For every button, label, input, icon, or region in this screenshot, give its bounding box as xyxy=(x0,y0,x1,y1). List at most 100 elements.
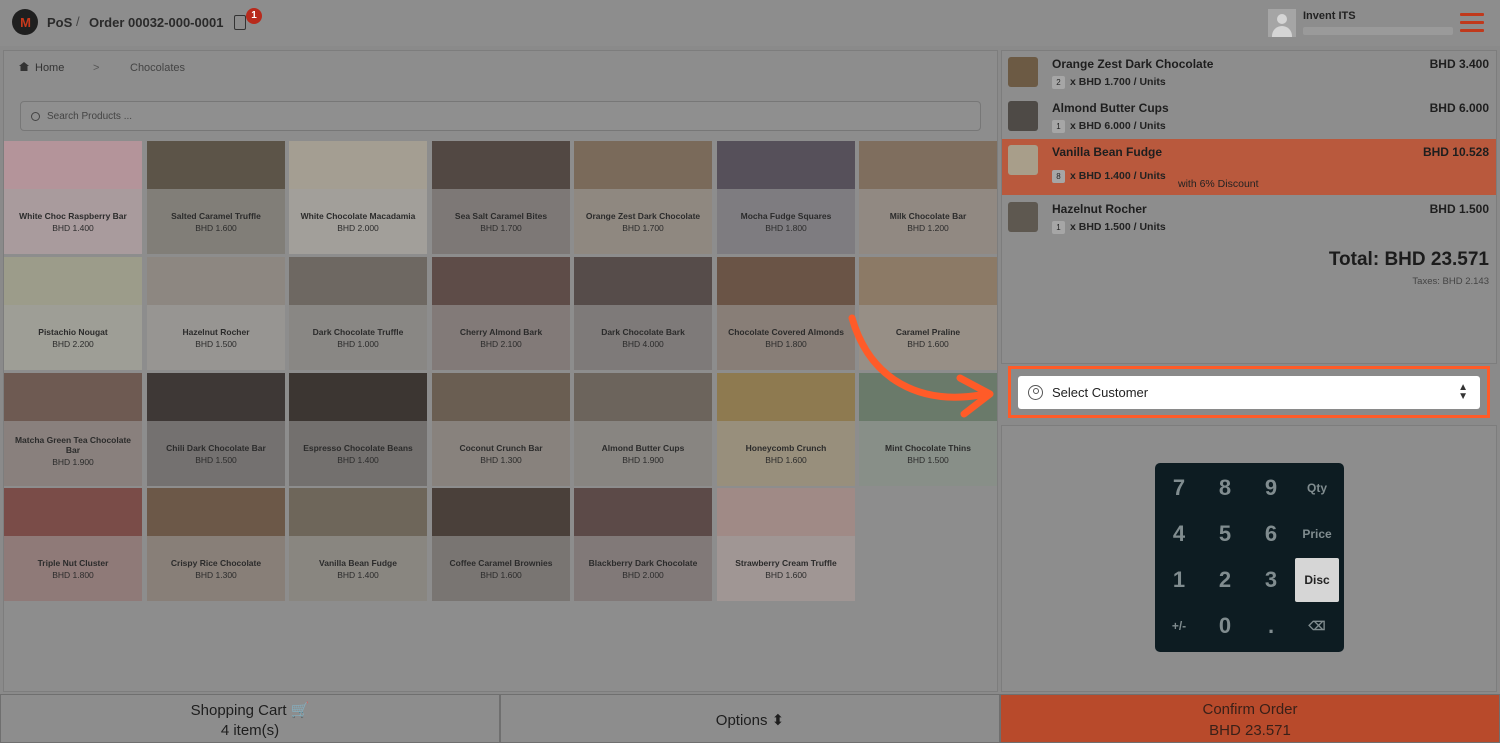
confirm-label: Confirm Order xyxy=(1202,701,1298,718)
product-label-band xyxy=(289,536,427,601)
backspace-icon[interactable]: ⌫ xyxy=(1295,604,1339,648)
product-tile[interactable]: Chocolate Covered Almonds BHD 1.800 xyxy=(717,257,855,370)
user-subtitle xyxy=(1303,27,1453,35)
numpad-key[interactable]: Qty xyxy=(1295,466,1339,510)
product-price: BHD 2.000 xyxy=(337,223,379,233)
product-name: White Choc Raspberry Bar xyxy=(19,211,127,221)
order-line[interactable]: Vanilla Bean Fudge BHD 10.528 8 x BHD 1.400… xyxy=(1002,139,1496,195)
product-tile[interactable]: Cherry Almond Bark BHD 2.100 xyxy=(432,257,570,370)
numpad-key[interactable]: +/- xyxy=(1157,604,1201,648)
order-line-qty: 2 xyxy=(1052,76,1065,89)
search-box xyxy=(20,101,981,131)
product-price: BHD 1.500 xyxy=(907,455,949,465)
product-label-band xyxy=(147,305,285,370)
shopping-cart-button[interactable]: Shopping Cart 🛒 4 item(s) xyxy=(0,694,500,743)
product-label-band xyxy=(859,421,997,486)
numpad-key[interactable]: Price xyxy=(1295,512,1339,556)
breadcrumb-category[interactable]: Chocolates xyxy=(130,62,185,74)
product-price: BHD 1.900 xyxy=(622,455,664,465)
product-tile[interactable]: Chili Dark Chocolate Bar BHD 1.500 xyxy=(147,373,285,486)
product-tile[interactable]: Coffee Caramel Brownies BHD 1.600 xyxy=(432,488,570,601)
order-line-name: Almond Butter Cups xyxy=(1052,101,1169,115)
product-name: Coffee Caramel Brownies xyxy=(449,558,553,568)
product-price: BHD 1.500 xyxy=(195,455,237,465)
numpad: 7 8 9 Qty 4 5 6 Price 1 2 3 Disc +/- 0. ⌫ xyxy=(1155,463,1344,652)
product-label-band xyxy=(289,305,427,370)
order-line-total: BHD 3.400 xyxy=(1429,57,1489,71)
product-tile[interactable]: Triple Nut Cluster BHD 1.800 xyxy=(4,488,142,601)
product-price: BHD 1.400 xyxy=(52,223,94,233)
order-line[interactable]: Orange Zest Dark Chocolate BHD 3.400 2 x BH… xyxy=(1002,51,1496,95)
top-bar: M PoS / Order 00032-000-0001 1 Invent IT… xyxy=(0,0,1500,46)
product-label-band xyxy=(289,421,427,486)
product-name: Blackberry Dark Chocolate xyxy=(588,558,698,568)
numpad-key[interactable]: 7 xyxy=(1157,466,1201,510)
product-name: Milk Chocolate Bar xyxy=(889,211,967,221)
product-tile[interactable]: Coconut Crunch Bar BHD 1.300 xyxy=(432,373,570,486)
product-tile[interactable]: Dark Chocolate Bark BHD 4.000 xyxy=(574,257,712,370)
order-line-discount: with 6% Discount xyxy=(1178,178,1259,190)
options-button[interactable]: Options ⬍ xyxy=(500,694,1000,743)
product-name: Pistachio Nougat xyxy=(38,327,108,337)
order-list-icon[interactable] xyxy=(234,15,246,30)
product-tile[interactable]: Pistachio Nougat BHD 2.200 xyxy=(4,257,142,370)
product-tile[interactable]: White Chocolate Macadamia BHD 2.000 xyxy=(289,141,427,254)
customer-select[interactable]: Select Customer ▲ ▼ xyxy=(1018,376,1480,409)
product-tile[interactable]: Dark Chocolate Truffle BHD 1.000 xyxy=(289,257,427,370)
product-tile[interactable]: Milk Chocolate Bar BHD 1.200 xyxy=(859,141,997,254)
product-price: BHD 1.800 xyxy=(52,570,94,580)
numpad-key[interactable]: 9 xyxy=(1249,466,1293,510)
product-tile[interactable]: Matcha Green Tea Chocolate Bar BHD 1.900 xyxy=(4,373,142,486)
product-price: BHD 1.800 xyxy=(765,223,807,233)
product-tile[interactable]: White Choc Raspberry Bar BHD 1.400 xyxy=(4,141,142,254)
product-tile[interactable]: Crispy Rice Chocolate BHD 1.300 xyxy=(147,488,285,601)
user-name[interactable]: Invent ITS xyxy=(1303,10,1356,22)
product-tile[interactable]: Espresso Chocolate Beans BHD 1.400 xyxy=(289,373,427,486)
product-name: Mint Chocolate Thins xyxy=(885,443,971,453)
product-tile[interactable]: Salted Caramel Truffle BHD 1.600 xyxy=(147,141,285,254)
product-tile[interactable]: Orange Zest Dark Chocolate BHD 1.700 xyxy=(574,141,712,254)
user-avatar[interactable] xyxy=(1268,9,1296,37)
product-label-band xyxy=(717,536,855,601)
confirm-order-button[interactable]: Confirm Order BHD 23.571 xyxy=(1000,694,1500,743)
numpad-key[interactable]: 0 xyxy=(1203,604,1247,648)
product-tile[interactable]: Sea Salt Caramel Bites BHD 1.700 xyxy=(432,141,570,254)
numpad-key[interactable]: 3 xyxy=(1249,558,1293,602)
app-logo[interactable]: M xyxy=(12,9,38,35)
numpad-key[interactable]: . xyxy=(1249,604,1293,648)
product-tile[interactable]: Blackberry Dark Chocolate BHD 2.000 xyxy=(574,488,712,601)
product-name: Strawberry Cream Truffle xyxy=(735,558,837,568)
product-price: BHD 2.200 xyxy=(52,339,94,349)
order-line-qty: 8 xyxy=(1052,170,1065,183)
search-input[interactable] xyxy=(47,107,947,125)
order-line[interactable]: Almond Butter Cups BHD 6.000 1 x BHD 6.000 … xyxy=(1002,95,1496,139)
product-name: Honeycomb Crunch xyxy=(745,443,827,453)
numpad-key[interactable]: 4 xyxy=(1157,512,1201,556)
product-price: BHD 2.000 xyxy=(622,570,664,580)
product-tile[interactable]: Strawberry Cream Truffle BHD 1.600 xyxy=(717,488,855,601)
numpad-key[interactable]: 8 xyxy=(1203,466,1247,510)
order-line[interactable]: Hazelnut Rocher BHD 1.500 1 x BHD 1.500 / U… xyxy=(1002,196,1496,240)
app-name[interactable]: PoS xyxy=(47,15,72,30)
breadcrumb-home[interactable]: Home xyxy=(19,62,64,74)
logo-text: M xyxy=(20,14,31,30)
product-tile[interactable]: Honeycomb Crunch BHD 1.600 xyxy=(717,373,855,486)
product-price: BHD 1.000 xyxy=(337,339,379,349)
numpad-key[interactable]: 5 xyxy=(1203,512,1247,556)
numpad-key[interactable]: Disc xyxy=(1295,558,1339,602)
product-tile[interactable]: Almond Butter Cups BHD 1.900 xyxy=(574,373,712,486)
product-tile[interactable]: Mocha Fudge Squares BHD 1.800 xyxy=(717,141,855,254)
product-tile[interactable]: Hazelnut Rocher BHD 1.500 xyxy=(147,257,285,370)
product-tile[interactable]: Vanilla Bean Fudge BHD 1.400 xyxy=(289,488,427,601)
header-separator: / xyxy=(76,14,80,29)
product-name: Dark Chocolate Truffle xyxy=(312,327,404,337)
numpad-key[interactable]: 1 xyxy=(1157,558,1201,602)
product-name: Chili Dark Chocolate Bar xyxy=(166,443,266,453)
numpad-key[interactable]: 2 xyxy=(1203,558,1247,602)
order-line-total: BHD 6.000 xyxy=(1429,101,1489,115)
confirm-total: BHD 23.571 xyxy=(1209,722,1291,739)
numpad-key[interactable]: 6 xyxy=(1249,512,1293,556)
menu-icon[interactable] xyxy=(1460,13,1484,33)
order-line-thumb xyxy=(1008,202,1038,232)
order-count-badge: 1 xyxy=(246,8,262,24)
